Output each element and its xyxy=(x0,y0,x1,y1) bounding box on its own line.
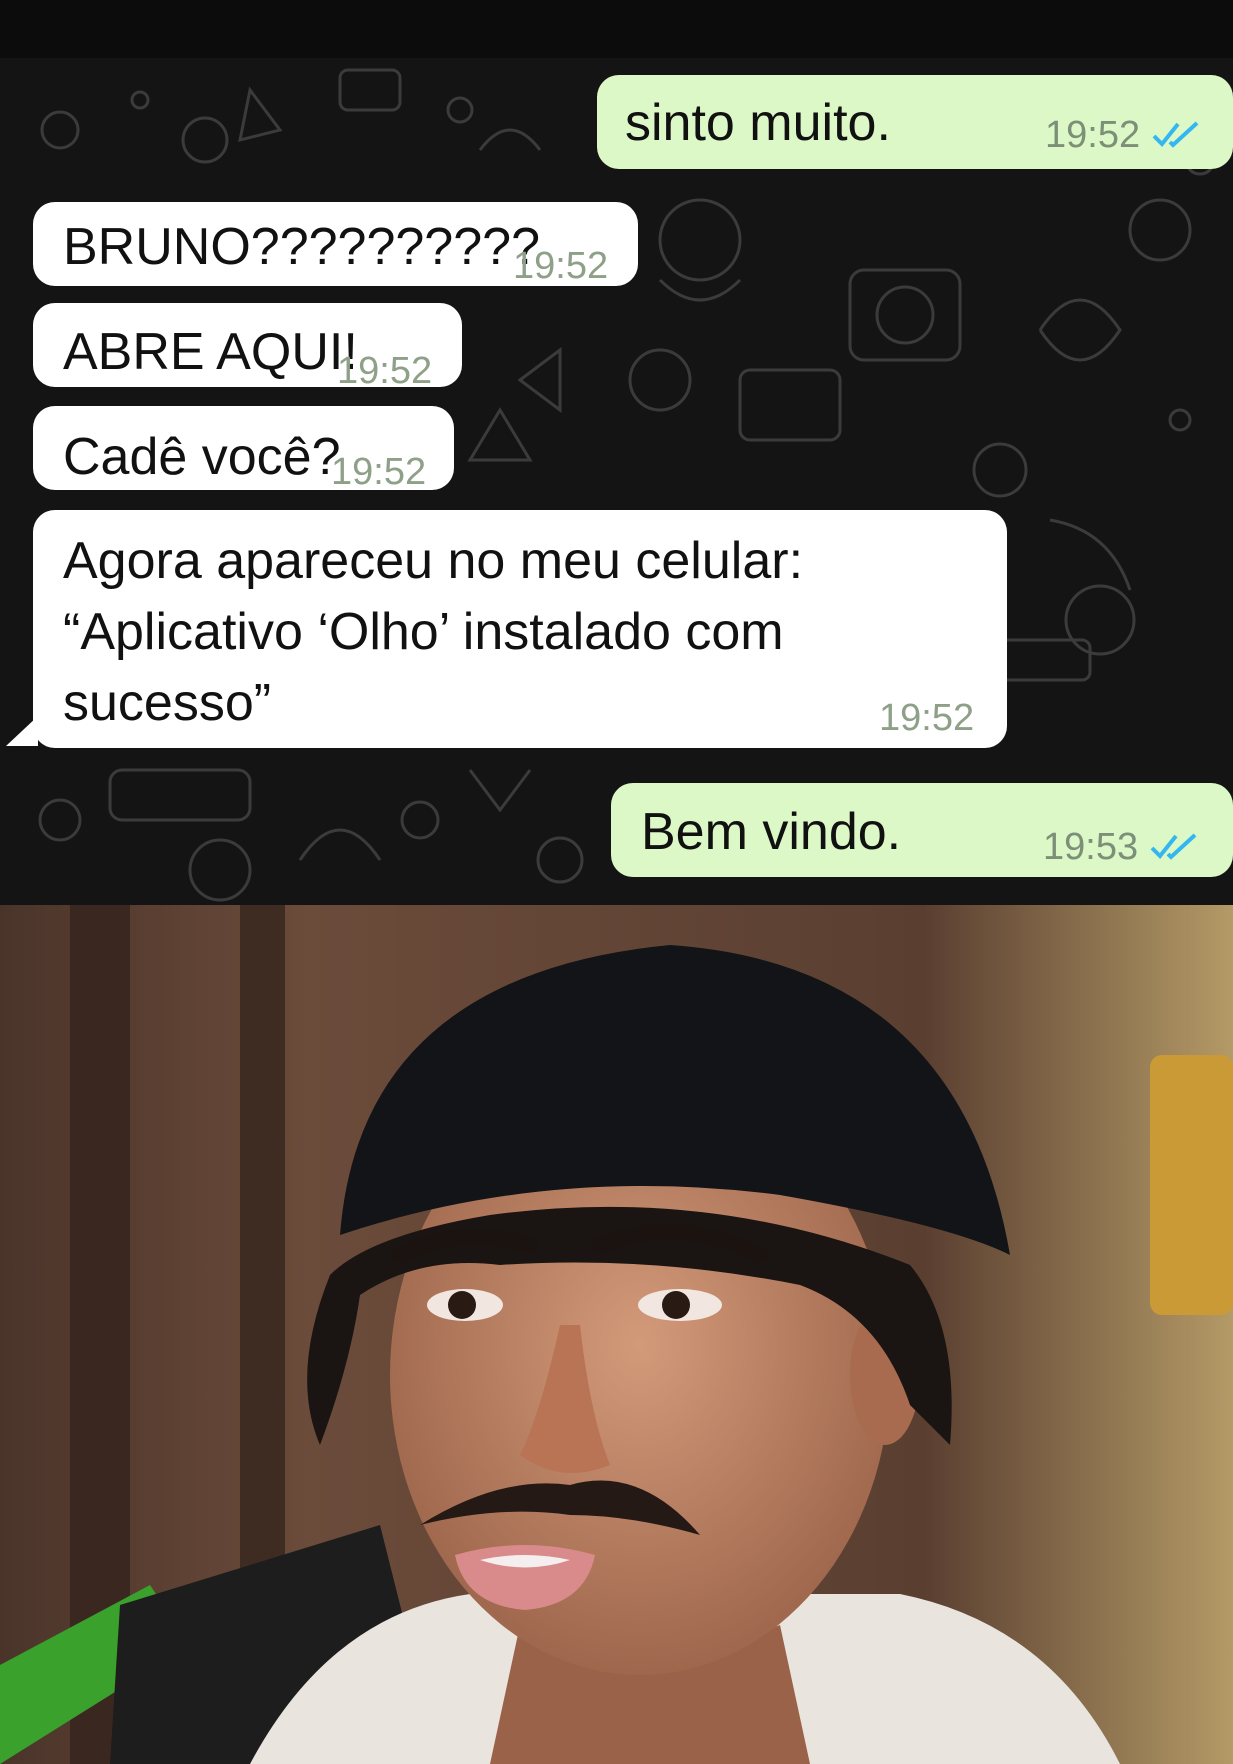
message-bubble-outgoing[interactable]: sinto muito. 19:52 xyxy=(597,75,1233,169)
bubble-tail xyxy=(6,716,38,746)
reaction-photo xyxy=(0,905,1233,1764)
message-meta: 19:53 xyxy=(1043,827,1202,867)
message-text: sinto muito. xyxy=(625,94,891,152)
chat-panel: sinto muito. 19:52 BRUNO?????????? 19:52… xyxy=(0,0,1233,905)
message-meta: 19:52 xyxy=(1045,115,1204,155)
message-time: 19:52 xyxy=(1045,114,1141,156)
message-line: Agora apareceu no meu celular: xyxy=(63,532,804,590)
message-time: 19:52 xyxy=(337,350,433,392)
message-bubble-incoming[interactable]: Agora apareceu no meu celular: “Aplicati… xyxy=(33,510,1007,748)
message-bubble-outgoing[interactable]: Bem vindo. 19:53 xyxy=(611,783,1233,877)
double-check-icon xyxy=(1152,121,1199,148)
message-bubble-incoming[interactable]: Cadê você? 19:52 xyxy=(33,406,454,493)
message-time: 19:53 xyxy=(1043,826,1139,868)
message-line: sucesso” xyxy=(63,674,272,732)
message-text: Bem vindo. xyxy=(641,803,902,861)
message-line: “Aplicativo ‘Olho’ instalado com xyxy=(63,603,784,661)
message-bubble-incoming[interactable]: BRUNO?????????? 19:52 xyxy=(33,202,638,286)
person-reaction-icon xyxy=(0,905,1233,1764)
message-time: 19:52 xyxy=(879,697,975,739)
message-time: 19:52 xyxy=(513,245,609,287)
double-check-icon xyxy=(1150,833,1197,860)
message-bubble-incoming[interactable]: ABRE AQUI! 19:52 xyxy=(33,303,462,391)
message-text: ABRE AQUI! xyxy=(63,323,358,381)
message-time: 19:52 xyxy=(331,451,427,493)
message-text: Cadê você? xyxy=(63,428,341,486)
message-text: BRUNO?????????? xyxy=(63,218,540,276)
